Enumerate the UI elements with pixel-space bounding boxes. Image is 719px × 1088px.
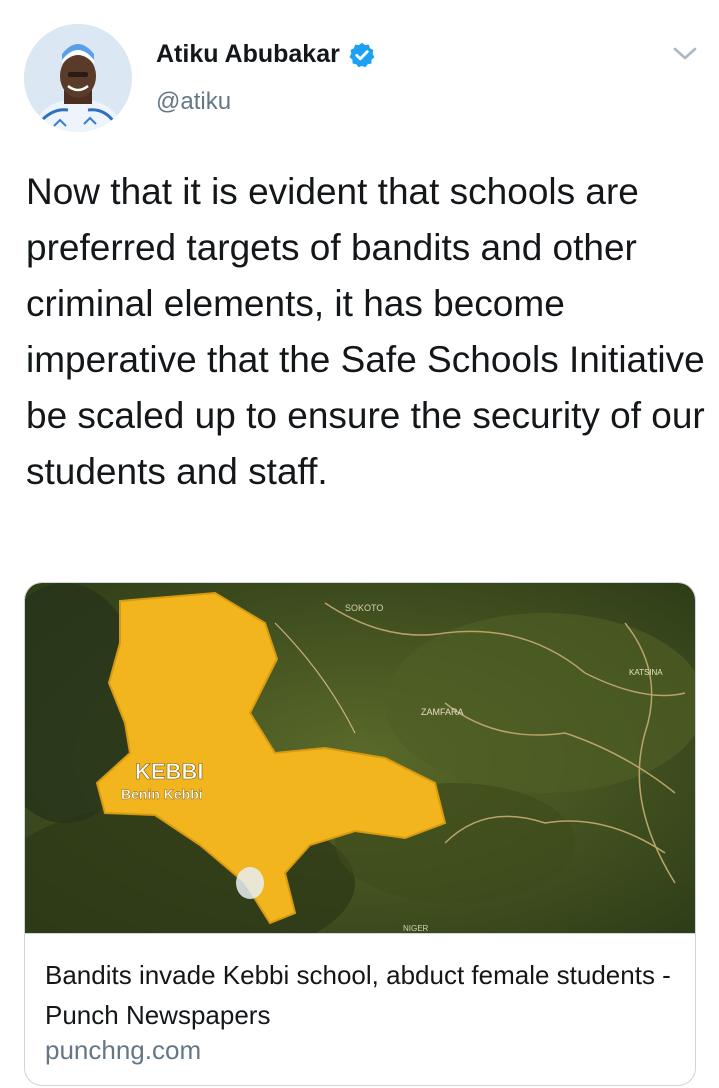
- map-label-kebbi: KEBBI: [135, 759, 203, 784]
- tweet-text: Now that it is evident that schools are …: [26, 171, 705, 492]
- map-label-zamfara: ZAMFARA: [421, 707, 464, 717]
- avatar[interactable]: [24, 24, 132, 132]
- author-name[interactable]: Atiku Abubakar: [156, 40, 340, 69]
- card-domain: punchng.com: [45, 1035, 202, 1065]
- author-handle[interactable]: @atiku: [156, 88, 231, 116]
- map-label-katsina: KATSINA: [629, 668, 663, 677]
- verified-badge-icon: [349, 42, 375, 67]
- card-map-image: KEBBI Benin Kebbi SOKOTO ZAMFARA KATSINA…: [25, 583, 695, 934]
- author-name-row[interactable]: Atiku Abubakar: [156, 40, 376, 69]
- map-label-sokoto: SOKOTO: [345, 603, 383, 613]
- map-label-niger: NIGER: [403, 924, 429, 933]
- profile-photo: [24, 24, 132, 132]
- chevron-down-icon[interactable]: [670, 42, 700, 66]
- card-title[interactable]: Bandits invade Kebbi school, abduct fema…: [45, 955, 675, 1035]
- map-label-benin-kebbi: Benin Kebbi: [121, 786, 203, 802]
- link-preview-card[interactable]: KEBBI Benin Kebbi SOKOTO ZAMFARA KATSINA…: [24, 582, 696, 1086]
